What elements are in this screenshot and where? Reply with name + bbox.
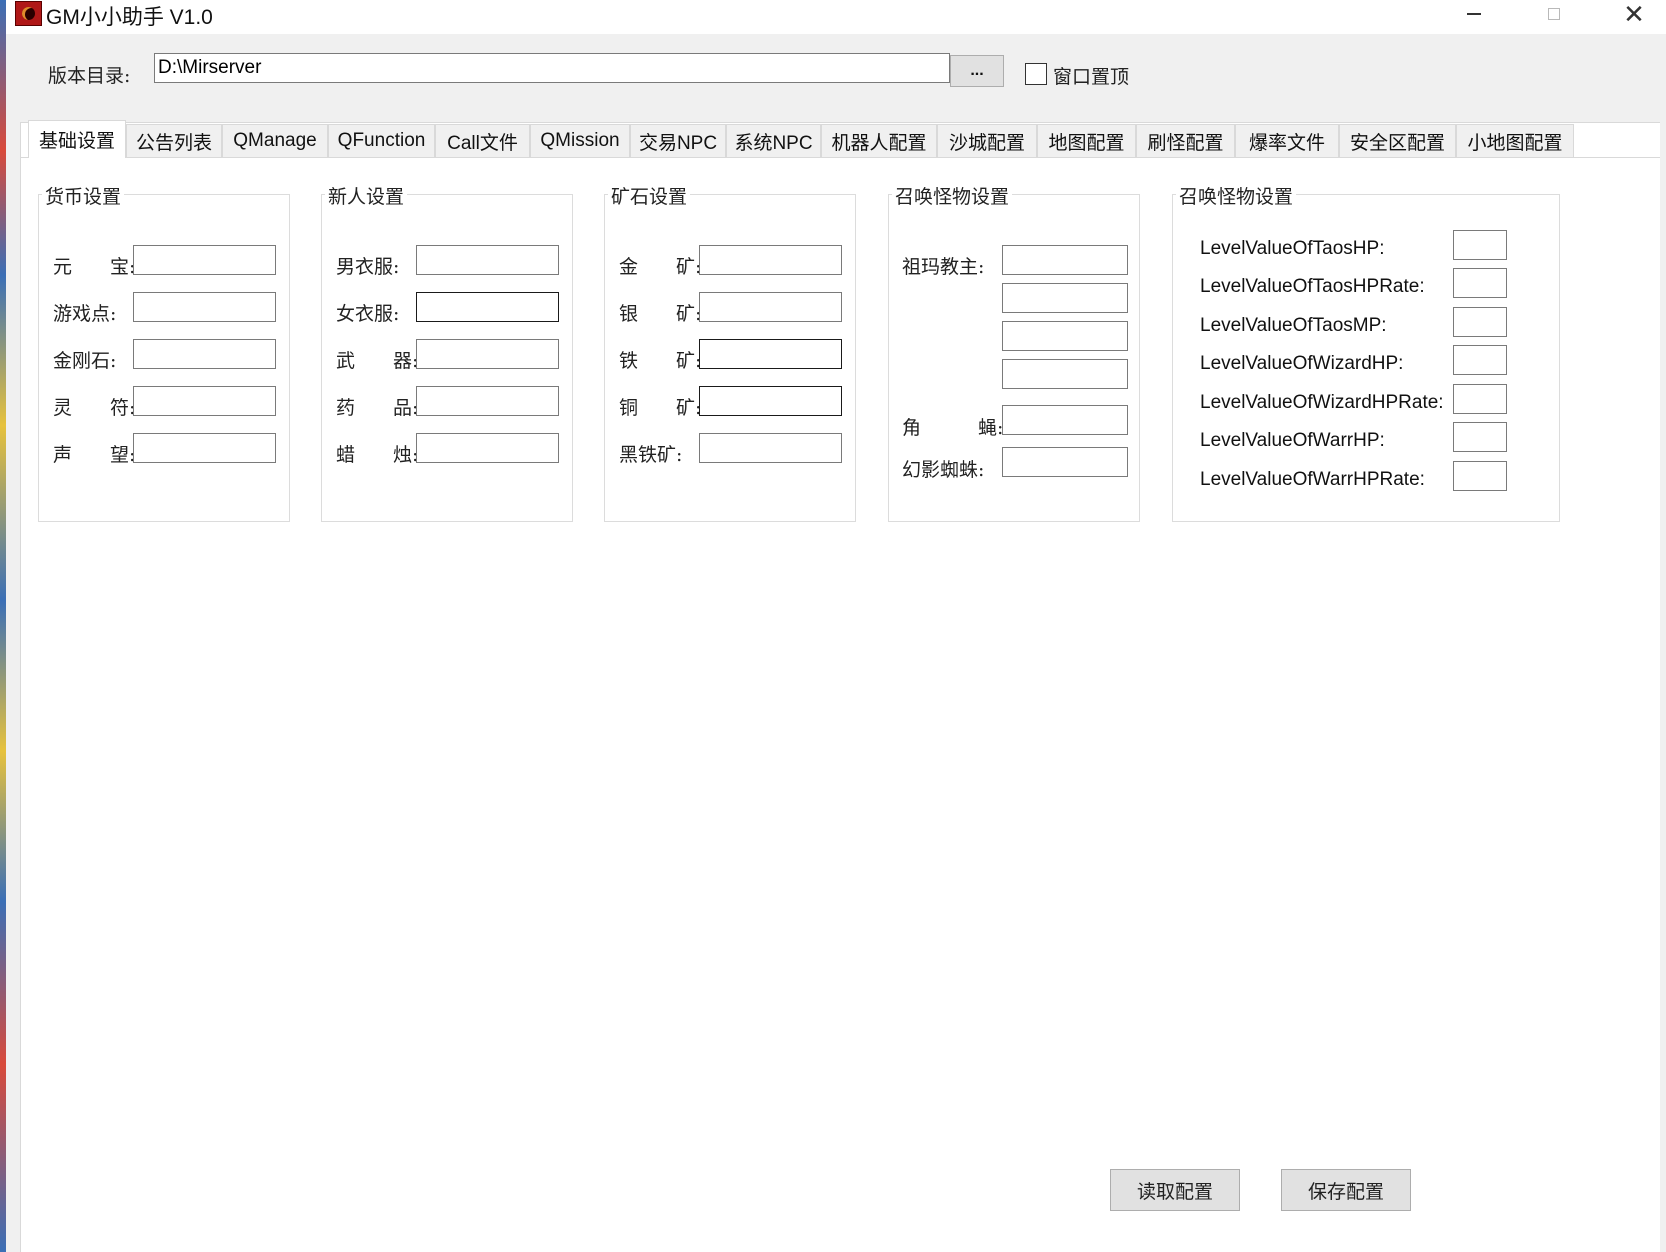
tab-map-config[interactable]: 地图配置 [1037, 124, 1136, 157]
taos-hp-label: LevelValueOfTaosHP: [1200, 238, 1385, 259]
taos-hp-rate-label: LevelValueOfTaosHPRate: [1200, 276, 1425, 297]
tab-drop-rate-file[interactable]: 爆率文件 [1235, 124, 1339, 157]
tab-trade-npc[interactable]: 交易NPC [630, 124, 726, 157]
warr-hp-input[interactable] [1453, 422, 1507, 452]
tab-divider [20, 157, 1660, 158]
save-config-button[interactable]: 保存配置 [1281, 1169, 1411, 1211]
prestige-input[interactable] [133, 433, 276, 463]
tab-castle-config[interactable]: 沙城配置 [937, 124, 1037, 157]
tab-announcements[interactable]: 公告列表 [126, 124, 222, 157]
tab-minimap-config[interactable]: 小地图配置 [1456, 124, 1574, 157]
game-points-input[interactable] [133, 292, 276, 322]
warr-hp-rate-input[interactable] [1453, 461, 1507, 491]
diamond-input[interactable] [133, 339, 276, 369]
male-clothes-input[interactable] [416, 245, 559, 275]
horned-fly-input[interactable] [1002, 405, 1128, 435]
diamond-label: 金刚石: [53, 350, 117, 372]
wizard-hp-rate-input[interactable] [1453, 384, 1507, 414]
yuanbao-label: 元 宝: [53, 256, 136, 278]
app-icon [15, 1, 42, 26]
topmost-checkbox[interactable] [1025, 63, 1047, 85]
black-iron-ore-label: 黑铁矿: [619, 444, 683, 466]
tab-spawn-config[interactable]: 刷怪配置 [1136, 124, 1235, 157]
tab-system-npc[interactable]: 系统NPC [726, 124, 821, 157]
potion-label: 药 品: [336, 397, 419, 419]
female-clothes-label: 女衣服: [336, 303, 400, 325]
close-icon: ✕ [1623, 0, 1645, 29]
copper-ore-input[interactable] [699, 386, 842, 416]
minimize-button[interactable] [1444, 0, 1504, 28]
close-button[interactable]: ✕ [1604, 0, 1664, 29]
read-config-button[interactable]: 读取配置 [1110, 1169, 1240, 1211]
zuma-leader-input-1[interactable] [1002, 245, 1128, 275]
silver-ore-label: 银 矿: [619, 303, 702, 325]
wizard-hp-input[interactable] [1453, 345, 1507, 375]
black-iron-ore-input[interactable] [699, 433, 842, 463]
title-bar: GM小小助手 V1.0 ✕ [6, 0, 1666, 34]
candle-label: 蜡 烛: [336, 444, 419, 466]
newbie-group-title: 新人设置 [325, 182, 408, 209]
tab-qfunction[interactable]: QFunction [328, 124, 435, 157]
warr-hp-label: LevelValueOfWarrHP: [1200, 430, 1385, 451]
taos-hp-input[interactable] [1453, 230, 1507, 260]
zuma-leader-input-3[interactable] [1002, 321, 1128, 351]
tab-robot-config[interactable]: 机器人配置 [821, 124, 937, 157]
candle-input[interactable] [416, 433, 559, 463]
window-title: GM小小助手 V1.0 [46, 6, 213, 29]
lingfu-input[interactable] [133, 386, 276, 416]
weapon-label: 武 器: [336, 350, 419, 372]
currency-group-title: 货币设置 [42, 182, 125, 209]
wizard-hp-label: LevelValueOfWizardHP: [1200, 353, 1404, 374]
warr-hp-rate-label: LevelValueOfWarrHPRate: [1200, 469, 1425, 490]
phantom-spider-input[interactable] [1002, 447, 1128, 477]
tab-basic-settings[interactable]: 基础设置 [28, 120, 126, 158]
topmost-label: 窗口置顶 [1053, 66, 1130, 88]
copper-ore-label: 铜 矿: [619, 397, 702, 419]
tab-safe-zone-config[interactable]: 安全区配置 [1339, 124, 1456, 157]
tab-qmission[interactable]: QMission [530, 124, 630, 157]
lingfu-label: 灵 符: [53, 397, 136, 419]
maximize-button[interactable] [1524, 0, 1584, 28]
taos-mp-label: LevelValueOfTaosMP: [1200, 315, 1387, 336]
taos-hp-rate-input[interactable] [1453, 268, 1507, 298]
iron-ore-input[interactable] [699, 339, 842, 369]
taos-mp-input[interactable] [1453, 307, 1507, 337]
zuma-leader-input-2[interactable] [1002, 283, 1128, 313]
male-clothes-label: 男衣服: [336, 256, 400, 278]
zuma-leader-label: 祖玛教主: [902, 256, 985, 278]
maximize-icon [1548, 8, 1560, 20]
game-points-label: 游戏点: [53, 303, 117, 325]
gold-ore-input[interactable] [699, 245, 842, 275]
minimize-icon [1467, 13, 1481, 15]
female-clothes-input[interactable] [416, 292, 559, 322]
silver-ore-input[interactable] [699, 292, 842, 322]
zuma-leader-input-4[interactable] [1002, 359, 1128, 389]
tab-call-file[interactable]: Call文件 [435, 124, 530, 157]
prestige-label: 声 望: [53, 444, 136, 466]
gold-ore-label: 金 矿: [619, 256, 702, 278]
browse-button[interactable]: ... [950, 55, 1004, 87]
version-dir-input[interactable] [154, 53, 950, 83]
wizard-hp-rate-label: LevelValueOfWizardHPRate: [1200, 392, 1444, 413]
weapon-input[interactable] [416, 339, 559, 369]
potion-input[interactable] [416, 386, 559, 416]
version-dir-label: 版本目录: [48, 65, 131, 87]
tab-qmanage[interactable]: QManage [222, 124, 328, 157]
summon-level-group-title: 召唤怪物设置 [1176, 182, 1297, 209]
ore-group-title: 矿石设置 [608, 182, 691, 209]
phantom-spider-label: 幻影蜘蛛: [902, 459, 985, 481]
iron-ore-label: 铁 矿: [619, 350, 702, 372]
horned-fly-label: 角 蝇: [902, 417, 1004, 439]
summon-monster-group-title: 召唤怪物设置 [892, 182, 1013, 209]
yuanbao-input[interactable] [133, 245, 276, 275]
